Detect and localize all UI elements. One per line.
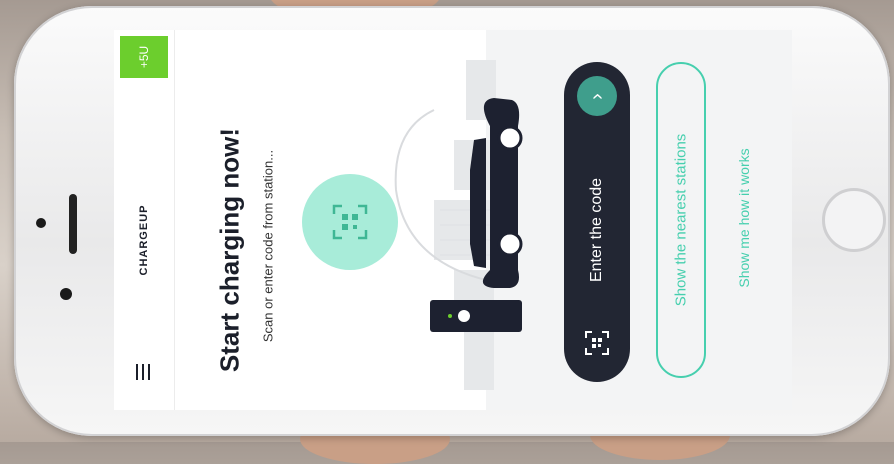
chevron-right-icon: › <box>585 92 608 100</box>
how-it-works-link[interactable]: Show me how it works <box>736 148 752 287</box>
car-illustration <box>470 98 523 288</box>
nearest-stations-label: Show the nearest stations <box>672 133 690 307</box>
page-title: Start charging now! <box>214 127 245 373</box>
charging-station-illustration <box>430 300 522 332</box>
home-button[interactable] <box>822 188 886 252</box>
scan-qr-button[interactable] <box>302 174 398 270</box>
app-header: +5U CHARGEUP <box>114 30 175 410</box>
qr-frame-icon <box>585 331 609 355</box>
front-camera <box>36 218 46 228</box>
hamburger-menu-icon[interactable] <box>136 364 152 380</box>
enter-code-submit[interactable]: › <box>577 76 617 116</box>
credit-badge[interactable]: +5U <box>120 36 168 78</box>
credit-badge-label: +5U <box>136 45 151 69</box>
proximity-sensor <box>60 288 72 300</box>
qr-scan-icon <box>332 204 368 240</box>
app-screen: +5U CHARGEUP Start charging now! Scan or… <box>114 30 792 410</box>
page-subtitle: Scan or enter code from station... <box>260 149 276 343</box>
enter-code-label: Enter the code <box>588 177 605 283</box>
earpiece-speaker <box>69 194 77 254</box>
brand-logo: CHARGEUP <box>138 204 150 276</box>
